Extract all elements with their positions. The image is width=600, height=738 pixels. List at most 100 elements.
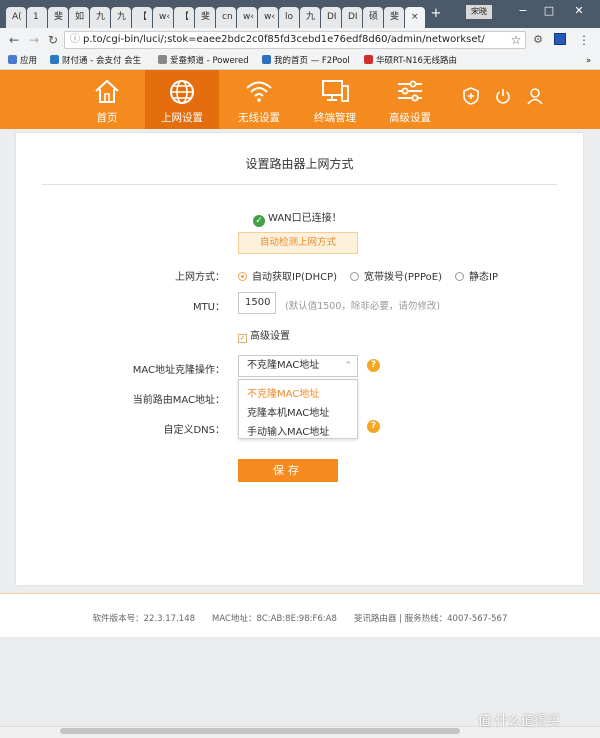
close-window-button[interactable]: ✕: [566, 2, 592, 20]
nav-device-management[interactable]: 终端管理: [305, 70, 365, 129]
bookmark-label: 我的首页 — F2Pool: [274, 56, 350, 66]
radio-pppoe[interactable]: 宽带拨号(PPPoE): [350, 268, 442, 283]
radio-static-label: 静态IP: [469, 272, 498, 283]
dns-help-icon[interactable]: ?: [367, 420, 380, 433]
browser-tab[interactable]: lo: [279, 7, 299, 28]
footer-text: 软件版本号：22.3.17.148 MAC地址：8C:AB:8E:98:F6:A…: [92, 614, 508, 624]
scrollbar-thumb[interactable]: [60, 728, 460, 734]
mac-clone-dropdown: 不克隆MAC地址 克隆本机MAC地址 手动输入MAC地址: [238, 379, 358, 439]
radio-pppoe-label: 宽带拨号(PPPoE): [364, 272, 442, 283]
bookmark-item[interactable]: 应用: [8, 54, 37, 68]
nav-home-label: 首页: [96, 112, 118, 124]
home-icon: [95, 79, 119, 103]
browser-tab[interactable]: ×: [405, 7, 425, 28]
browser-tab[interactable]: w‹: [153, 7, 173, 28]
browser-tab[interactable]: 1⁩: [27, 7, 47, 28]
browser-tab[interactable]: A(: [6, 7, 26, 28]
bookmark-label: 爱蚕频道 - Powered: [170, 56, 249, 66]
info-icon[interactable]: ⓘ: [70, 32, 80, 48]
nav-advanced-label: 高级设置: [389, 112, 431, 124]
forward-arrow-icon[interactable]: →: [26, 31, 42, 49]
menu-icon[interactable]: ⋮: [576, 31, 592, 49]
mtu-hint: (默认值1500，除非必要，请勿修改): [285, 301, 441, 312]
wan-status: ✓ WAN口已连接！: [253, 209, 342, 227]
advanced-settings-checkbox[interactable]: ✓ 高级设置: [238, 327, 290, 343]
watermark: 值·什么值得买: [478, 714, 561, 729]
asus-icon: [364, 55, 373, 64]
browser-tab[interactable]: 【: [132, 7, 152, 28]
mac-option-clone-local[interactable]: 克隆本机MAC地址: [247, 404, 329, 419]
back-arrow-icon[interactable]: ←: [6, 31, 22, 49]
mac-clone-label: MAC地址克隆操作：: [132, 365, 225, 376]
conn-type-label: 上网方式：: [175, 272, 225, 283]
nav-network-label: 上网设置: [161, 112, 203, 124]
current-mac-label: 当前路由MAC地址：: [132, 395, 225, 406]
browser-tab[interactable]: 如: [69, 7, 89, 28]
browser-tab[interactable]: 斐: [195, 7, 215, 28]
bookmark-label: 华硕RT-N16无线路由: [376, 56, 457, 66]
browser-tab[interactable]: 硕: [363, 7, 383, 28]
wan-status-text: WAN口已连接！: [268, 213, 342, 224]
nav-advanced-settings[interactable]: 高级设置: [380, 70, 440, 129]
bookmark-item[interactable]: 华硕RT-N16无线路由: [364, 54, 457, 68]
browser-tab[interactable]: 九: [111, 7, 131, 28]
browser-tab[interactable]: DI: [342, 7, 362, 28]
browser-tab[interactable]: w‹: [237, 7, 257, 28]
nav-network-settings[interactable]: 上网设置: [145, 70, 219, 129]
profile-badge[interactable]: 宋晓: [466, 5, 492, 19]
address-bar[interactable]: ⓘ p.to/cgi-bin/luci/;stok=eaee2bdc2c0f85…: [64, 31, 526, 49]
title-divider: [42, 184, 557, 185]
radio-dhcp-label: 自动获取IP(DHCP): [252, 272, 338, 283]
autodetect-button[interactable]: 自动检测上网方式: [238, 232, 358, 254]
page-icon: [158, 55, 167, 64]
shield-icon: [50, 55, 59, 64]
browser-tab[interactable]: 【: [174, 7, 194, 28]
wifi-icon: [246, 81, 272, 102]
shield-icon[interactable]: [462, 86, 480, 106]
reload-icon[interactable]: ↻: [45, 31, 61, 49]
radio-dhcp-indicator[interactable]: [238, 272, 247, 281]
nav-home[interactable]: 首页: [80, 70, 134, 129]
maximize-button[interactable]: □: [536, 2, 562, 20]
mac-option-manual[interactable]: 手动输入MAC地址: [247, 423, 329, 438]
check-circle-icon: ✓: [253, 215, 265, 227]
help-icon[interactable]: ?: [367, 359, 380, 372]
mac-clone-select[interactable]: 不克隆MAC地址 ⌃: [238, 355, 358, 377]
radio-static-indicator[interactable]: [455, 272, 464, 281]
bookmark-label: 应用: [20, 56, 38, 66]
browser-tab[interactable]: w‹: [258, 7, 278, 28]
bookmark-item[interactable]: 爱蚕频道 - Powered: [158, 54, 249, 68]
mtu-label: MTU：: [192, 302, 225, 313]
browser-tab[interactable]: 九: [300, 7, 320, 28]
mtu-input[interactable]: 1500: [238, 292, 276, 314]
browser-tab[interactable]: cn: [216, 7, 236, 28]
extension-icon[interactable]: ⚙: [530, 31, 546, 49]
advanced-settings-label: 高级设置: [250, 331, 290, 342]
new-tab-button[interactable]: +: [428, 6, 444, 22]
page-title: 设置路由器上网方式: [245, 157, 354, 171]
minimize-button[interactable]: −: [510, 2, 536, 20]
radio-static[interactable]: 静态IP: [455, 268, 498, 283]
chevron-up-icon: ⌃: [344, 361, 352, 371]
browser-tab[interactable]: 斐: [384, 7, 404, 28]
power-icon[interactable]: [494, 86, 512, 106]
nav-wireless-settings[interactable]: 无线设置: [229, 70, 289, 129]
user-icon[interactable]: [526, 86, 544, 106]
bookmarks-more-button[interactable]: »: [586, 54, 591, 68]
bookmark-item[interactable]: 财付通 - 会支付 会生: [50, 54, 141, 68]
router-nav-bar: 首页 上网设置 无线设置 终端管理 高级设置: [0, 70, 600, 129]
save-button[interactable]: 保存: [238, 459, 338, 482]
extension-blue-icon[interactable]: [552, 31, 568, 49]
browser-tab[interactable]: 九: [90, 7, 110, 28]
monitor-icon: [322, 80, 349, 102]
bookmark-item[interactable]: 我的首页 — F2Pool: [262, 54, 350, 68]
checkbox-check-icon[interactable]: ✓: [238, 334, 247, 343]
radio-pppoe-indicator[interactable]: [350, 272, 359, 281]
globe-icon: [170, 80, 194, 104]
browser-tab[interactable]: DI: [321, 7, 341, 28]
bookmark-star-icon[interactable]: ☆: [508, 31, 524, 49]
browser-tab[interactable]: 斐: [48, 7, 68, 28]
mac-option-no-clone[interactable]: 不克隆MAC地址: [247, 385, 319, 400]
nav-wireless-label: 无线设置: [238, 112, 280, 124]
radio-dhcp[interactable]: 自动获取IP(DHCP): [238, 268, 337, 283]
